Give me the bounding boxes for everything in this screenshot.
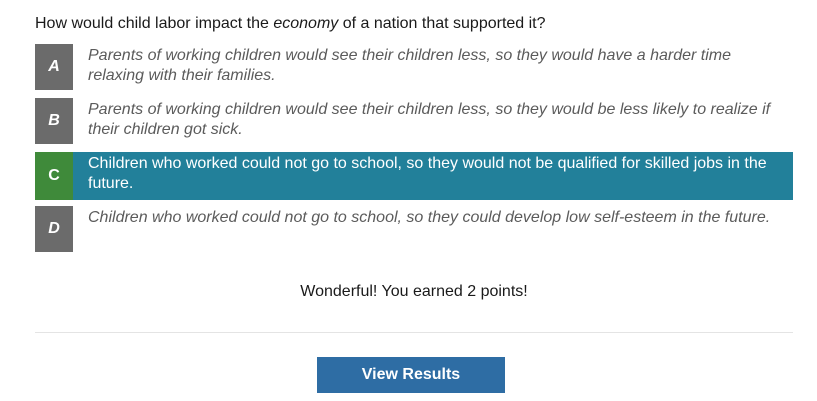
question-text-after: of a nation that supported it? <box>338 15 546 32</box>
feedback-message: Wonderful! You earned 2 points! <box>300 283 528 300</box>
answer-option-d[interactable]: D Children who worked could not go to sc… <box>35 206 793 252</box>
divider <box>35 332 793 333</box>
answer-letter-badge: A <box>35 44 73 90</box>
question-text: How would child labor impact the economy… <box>35 14 546 34</box>
answer-letter-badge: B <box>35 98 73 144</box>
view-results-button[interactable]: View Results <box>317 357 505 393</box>
answer-text: Children who worked could not go to scho… <box>88 155 767 192</box>
answer-option-c-selected[interactable]: C Children who worked could not go to sc… <box>35 152 793 200</box>
answer-text: Children who worked could not go to scho… <box>88 209 771 226</box>
question-text-before: How would child labor impact the <box>35 15 274 32</box>
answer-option-b[interactable]: B Parents of working children would see … <box>35 98 793 144</box>
answer-text: Parents of working children would see th… <box>88 101 771 138</box>
answer-letter-badge: C <box>35 152 73 200</box>
answer-option-a[interactable]: A Parents of working children would see … <box>35 44 793 90</box>
answer-text: Parents of working children would see th… <box>88 47 731 84</box>
question-emphasis: economy <box>273 15 339 32</box>
answer-letter-badge: D <box>35 206 73 252</box>
